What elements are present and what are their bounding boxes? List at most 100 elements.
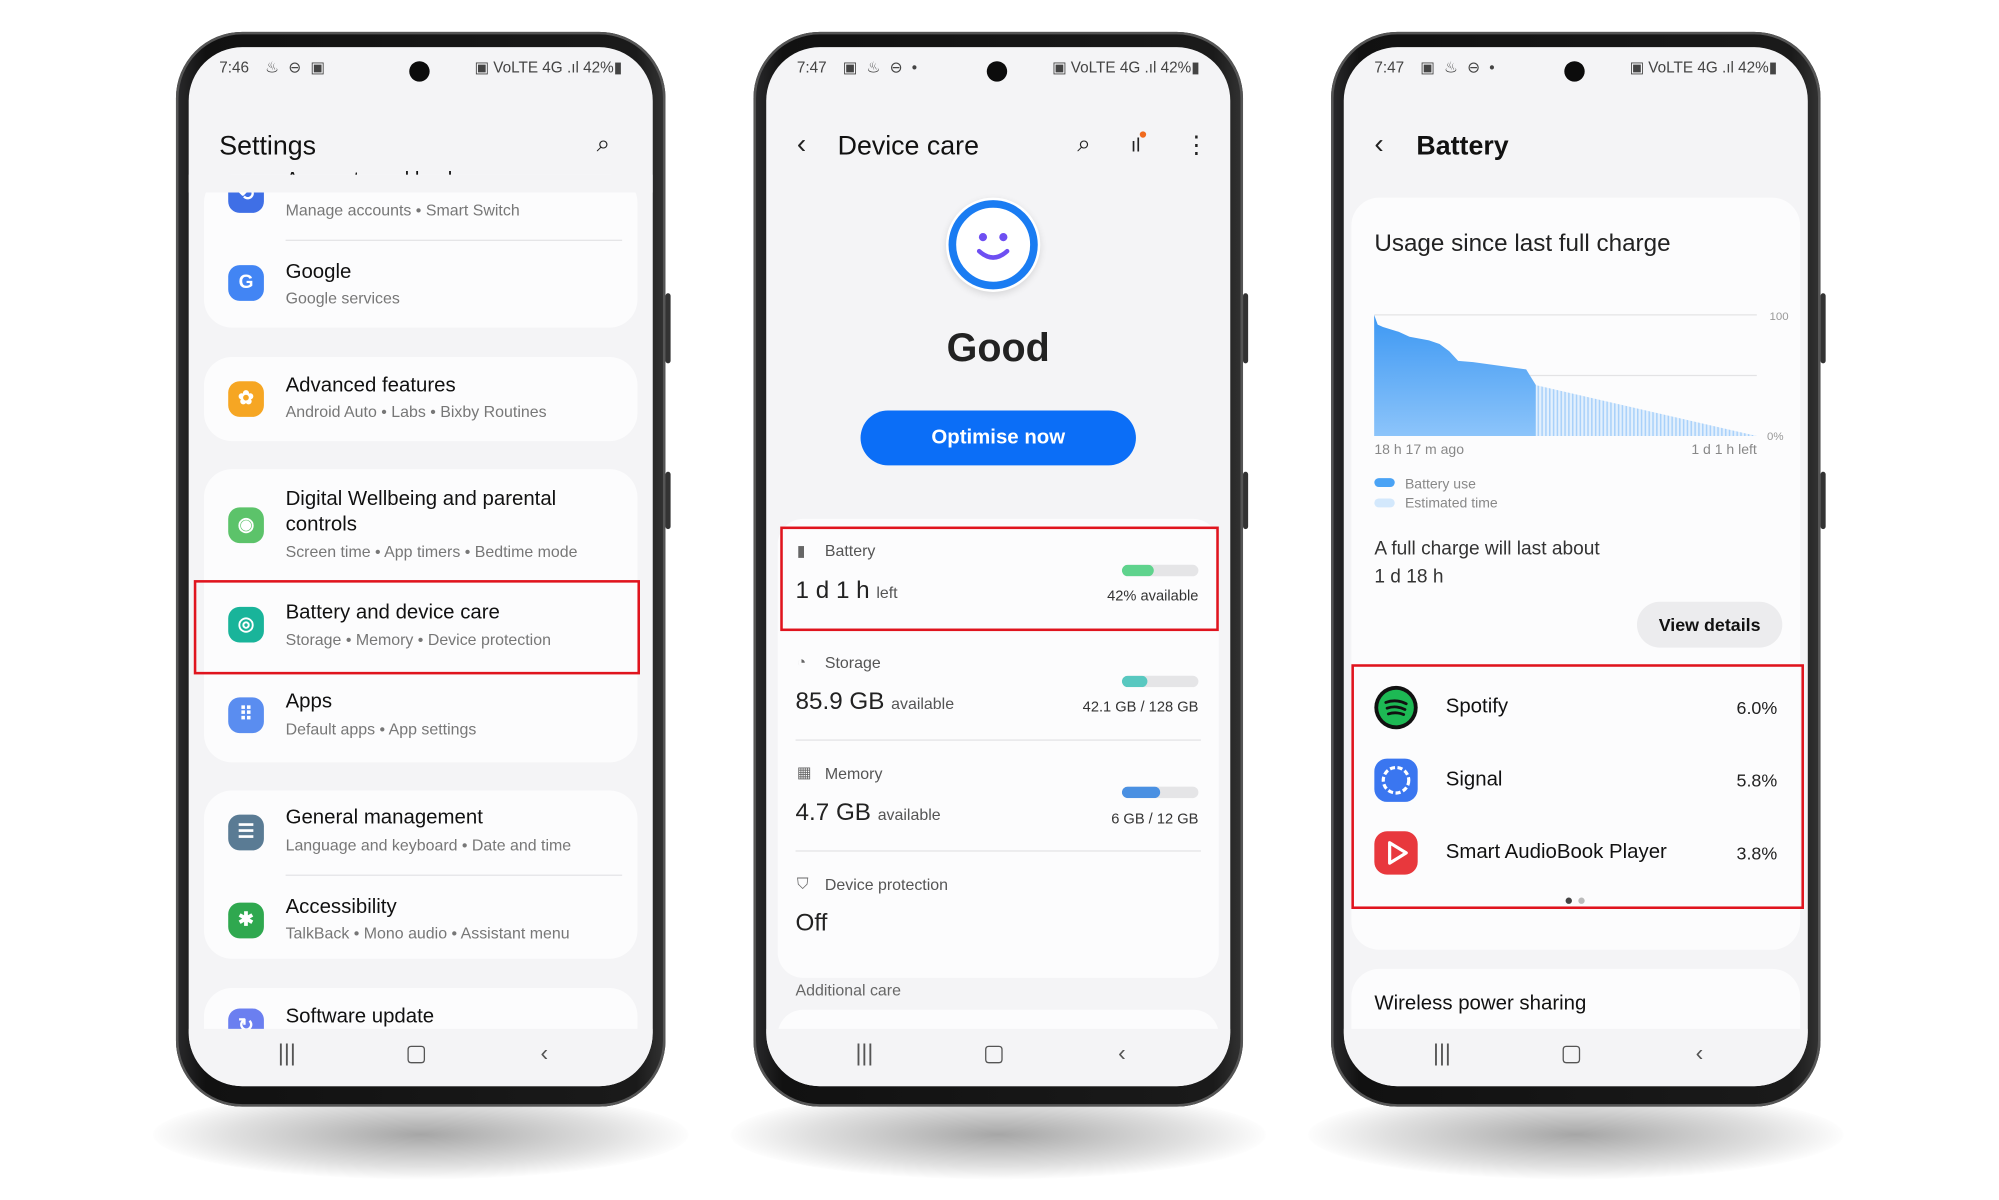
home-icon[interactable]: ▢ — [983, 1040, 1005, 1067]
wireless-power-sharing[interactable]: Wireless power sharing — [1374, 993, 1586, 1016]
notification-icons: ▣ ♨ ⊖ • — [842, 58, 920, 77]
settings-item-sub: Google services — [285, 289, 400, 308]
view-details-button[interactable]: View details — [1636, 601, 1783, 648]
notification-icons: ♨ ⊖ ▣ — [265, 58, 328, 77]
optimise-now-button[interactable]: Optimise now — [860, 410, 1136, 466]
power-button — [1243, 471, 1249, 530]
search-icon[interactable]: ⌕ — [597, 131, 611, 159]
recents-icon[interactable]: ||| — [855, 1040, 873, 1067]
recents-icon[interactable]: ||| — [1433, 1040, 1451, 1067]
sliders-icon: ☰ — [228, 814, 264, 851]
highlight-box[interactable] — [780, 526, 1219, 632]
storage-label: Storage — [824, 654, 881, 672]
volume-button — [1243, 293, 1249, 364]
x-tick-label-start: 18 h 17 m ago — [1374, 442, 1465, 458]
legend-estimated-time: Estimated time — [1404, 495, 1498, 512]
camera-cutout — [409, 61, 430, 82]
page-title: Device care — [837, 131, 979, 161]
status-time: 7:47 — [796, 58, 827, 77]
phone-settings: 7:46 ♨ ⊖ ▣ ▣ VoLTE 4G .ıl 42%▮ Settings … — [175, 31, 671, 1107]
home-icon[interactable]: ▢ — [1560, 1040, 1582, 1067]
page-dot[interactable] — [1578, 897, 1585, 904]
protection-label: Device protection — [824, 875, 948, 894]
memory-value: 4.7 GB available — [795, 799, 941, 827]
settings-item-general[interactable]: General management — [286, 807, 483, 830]
nav-bar: ||| ▢ ‹ — [188, 1028, 653, 1087]
google-icon: G — [228, 265, 264, 301]
legend-battery-use: Battery use — [1404, 476, 1476, 493]
protection-value: Off — [795, 910, 828, 938]
settings-item-accessibility[interactable]: Accessibility — [286, 896, 397, 919]
back-icon[interactable]: ‹ — [1374, 127, 1383, 160]
battery-usage-chart: 100 0% — [1374, 311, 1789, 443]
camera-cutout — [986, 61, 1008, 82]
nav-bar: ||| ▢ ‹ — [1343, 1028, 1808, 1087]
back-icon[interactable]: ‹ — [1118, 1040, 1126, 1067]
memory-icon: ▦ — [796, 763, 812, 782]
series-area-estimated-time — [1535, 385, 1757, 437]
settings-item-software-update[interactable]: Software update — [286, 1006, 435, 1029]
divider — [285, 239, 623, 241]
status-smiley-icon — [945, 197, 1041, 292]
divider — [285, 874, 623, 876]
legend-swatch-battery-use — [1374, 478, 1395, 488]
settings-group: ☰ General management Language and keyboa… — [203, 790, 638, 959]
page-title: Battery — [1416, 131, 1509, 161]
chart-icon[interactable]: ıl — [1131, 131, 1146, 157]
settings-item-google[interactable]: Google — [286, 261, 352, 284]
divider — [795, 739, 1201, 741]
highlight-box — [193, 580, 640, 675]
back-icon[interactable]: ‹ — [1696, 1040, 1704, 1067]
volume-button — [1820, 293, 1826, 364]
status-right: ▣ VoLTE 4G .ıl 42%▮ — [474, 58, 623, 77]
gear-plus-icon: ✿ — [228, 381, 264, 417]
app-percent: 6.0% — [1736, 697, 1778, 718]
signal-icon — [1374, 758, 1418, 802]
status-time: 7:47 — [1374, 58, 1405, 77]
memory-label: Memory — [824, 764, 883, 783]
app-percent: 5.8% — [1736, 770, 1778, 791]
settings-item-apps[interactable]: Apps — [286, 691, 332, 714]
settings-group: ⟲ Accounts and backup Manage accounts • … — [203, 170, 638, 328]
status-time: 7:46 — [219, 58, 250, 77]
settings-item-sub: Manage accounts • Smart Switch — [285, 201, 520, 220]
page-dot-active[interactable] — [1565, 897, 1572, 904]
usage-title: Usage since last full charge — [1374, 230, 1671, 258]
settings-item-sub: Language and keyboard • Date and time — [285, 836, 572, 855]
additional-care-heading: Additional care — [795, 981, 901, 1000]
app-usage-row[interactable]: Spotify 6.0% — [1374, 685, 1778, 732]
full-charge-label: A full charge will last about — [1374, 538, 1600, 560]
memory-bar — [1121, 786, 1199, 799]
power-button — [1820, 471, 1826, 530]
legend-swatch-estimated — [1374, 498, 1395, 508]
recents-icon[interactable]: ||| — [278, 1040, 296, 1067]
more-options-icon[interactable]: ⋮ — [1184, 131, 1208, 160]
back-icon[interactable]: ‹ — [797, 127, 806, 160]
search-icon[interactable]: ⌕ — [1077, 131, 1091, 159]
full-charge-value: 1 d 18 h — [1374, 566, 1444, 588]
home-icon[interactable]: ▢ — [405, 1040, 427, 1067]
phone-battery: 7:47 ▣ ♨ ⊖ • ▣ VoLTE 4G .ıl 42%▮ ‹ Batte… — [1330, 31, 1826, 1107]
settings-item-wellbeing[interactable]: Digital Wellbeing and parental controls — [286, 487, 605, 538]
x-tick-label-end: 1 d 1 h left — [1691, 442, 1757, 458]
storage-bar — [1121, 675, 1199, 688]
power-button — [665, 471, 671, 530]
notification-icons: ▣ ♨ ⊖ • — [1420, 58, 1498, 77]
app-usage-row[interactable]: Signal 5.8% — [1374, 758, 1778, 805]
app-usage-row[interactable]: Smart AudioBook Player 3.8% — [1374, 831, 1777, 877]
settings-item-advanced[interactable]: Advanced features — [286, 375, 456, 398]
settings-screen: 7:46 ♨ ⊖ ▣ ▣ VoLTE 4G .ıl 42%▮ Settings … — [188, 47, 653, 1087]
storage-detail: 42.1 GB / 128 GB — [1082, 699, 1199, 716]
back-icon[interactable]: ‹ — [541, 1040, 549, 1067]
nav-bar: ||| ▢ ‹ — [766, 1028, 1231, 1087]
spotify-icon — [1374, 685, 1418, 730]
audiobook-icon — [1374, 831, 1418, 875]
app-name: Smart AudioBook Player — [1445, 841, 1667, 864]
apps-icon: ⠿ — [228, 697, 264, 734]
volume-button — [665, 293, 671, 364]
stage: 7:46 ♨ ⊖ ▣ ▣ VoLTE 4G .ıl 42%▮ Settings … — [0, 0, 1999, 1200]
settings-item-sub: TalkBack • Mono audio • Assistant menu — [285, 924, 570, 943]
app-name: Signal — [1445, 768, 1503, 791]
status-right: ▣ VoLTE 4G .ıl 42%▮ — [1629, 58, 1778, 77]
shield-icon: ⛉ — [796, 874, 809, 893]
